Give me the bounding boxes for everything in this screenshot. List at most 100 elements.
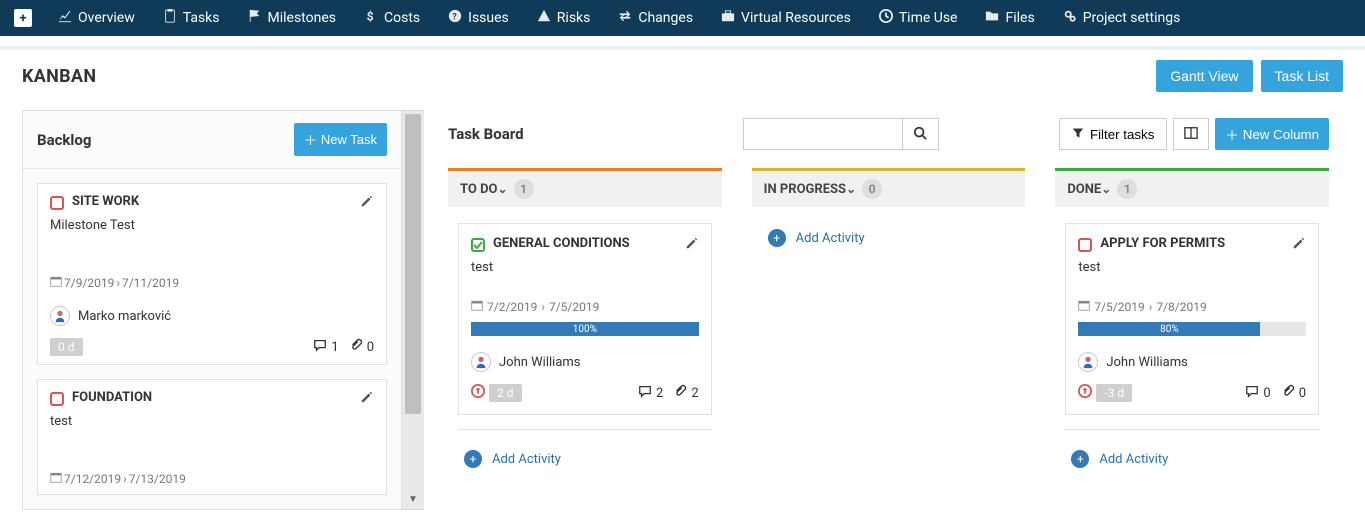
nav-overview[interactable]: Overview: [44, 9, 149, 27]
nav-files[interactable]: Files: [971, 9, 1048, 27]
nav-tasks[interactable]: Tasks: [149, 9, 234, 27]
search-input[interactable]: [743, 118, 903, 150]
date-start: 7/2/2019: [487, 300, 537, 314]
card-subtitle: test: [1078, 260, 1306, 275]
vertical-scrollbar[interactable]: ▲ ▼: [402, 110, 424, 510]
date-end: 7/8/2019: [1156, 300, 1206, 314]
chevron-down-icon[interactable]: ⌄: [1101, 182, 1111, 196]
comment-count: 2: [656, 386, 663, 401]
overdue-icon: [471, 384, 485, 402]
plus-circle-icon: +: [768, 229, 786, 247]
card-title: APPLY FOR PERMITS: [1100, 236, 1225, 251]
add-activity-row[interactable]: + Add Activity: [1065, 444, 1319, 474]
calendar-icon: [471, 299, 483, 314]
question-circle-icon: ?: [448, 9, 462, 27]
assignee-name: John Williams: [1106, 355, 1188, 370]
backlog-card[interactable]: SITE WORK Milestone Test 7/9/2019 › 7/11…: [37, 183, 387, 365]
add-activity-link[interactable]: Add Activity: [492, 452, 561, 467]
comment-icon: [313, 338, 327, 356]
plus-circle-icon: +: [464, 450, 482, 468]
checkbox-checked-icon: [471, 238, 485, 252]
page-header: KANBAN Gantt View Task List: [0, 50, 1365, 110]
filter-icon: [1072, 127, 1084, 142]
nav-time-use[interactable]: Time Use: [865, 9, 972, 27]
column-name: DONE: [1067, 182, 1101, 197]
edit-icon[interactable]: [360, 390, 374, 408]
days-badge: 0 d: [50, 338, 83, 356]
nav-label: Tasks: [183, 10, 220, 26]
days-badge: 2 d: [489, 384, 522, 402]
add-activity-link[interactable]: Add Activity: [796, 231, 865, 246]
task-card[interactable]: GENERAL CONDITIONS test 7/2/2019 ›: [458, 223, 712, 415]
nav-label: Changes: [638, 10, 693, 26]
filter-tasks-button[interactable]: Filter tasks: [1059, 118, 1167, 150]
checkbox-unchecked-icon: [50, 392, 64, 406]
gantt-view-button[interactable]: Gantt View: [1156, 60, 1252, 92]
chevron-right-icon: ›: [123, 472, 127, 486]
plus-icon: ＋: [1225, 125, 1238, 144]
nav-risks[interactable]: Risks: [523, 9, 605, 27]
attachment-count: 2: [691, 386, 698, 401]
new-task-button[interactable]: ＋ New Task: [294, 123, 387, 156]
edit-icon[interactable]: [685, 236, 699, 254]
kanban-column-done: DONE ⌄ 1 APPLY FOR PERMITS: [1055, 168, 1329, 484]
add-activity-link[interactable]: Add Activity: [1099, 452, 1168, 467]
folder-icon: [985, 9, 999, 27]
scroll-down-icon[interactable]: ▼: [402, 494, 424, 505]
search-button[interactable]: [903, 118, 939, 150]
columns-layout-button[interactable]: [1173, 118, 1209, 150]
flag-icon: [248, 9, 262, 27]
chevron-right-icon: ›: [541, 300, 545, 314]
kanban-columns: TO DO ⌄ 1 GENERAL CONDITIONS: [434, 162, 1343, 498]
nav-costs[interactable]: $ Costs: [350, 9, 434, 27]
date-end: 7/13/2019: [129, 472, 186, 486]
column-header[interactable]: TO DO ⌄ 1: [448, 168, 722, 207]
card-dates: 7/9/2019 › 7/11/2019: [50, 275, 374, 290]
nav-project-settings[interactable]: Project settings: [1049, 9, 1195, 27]
backlog-header: Backlog ＋ New Task: [23, 111, 401, 169]
backlog-body: SITE WORK Milestone Test 7/9/2019 › 7/11…: [23, 169, 401, 509]
scrollbar-thumb[interactable]: [405, 114, 421, 414]
nav-label: Costs: [384, 10, 420, 26]
task-list-button[interactable]: Task List: [1261, 60, 1343, 92]
attachment-icon: [673, 384, 687, 402]
task-card[interactable]: APPLY FOR PERMITS test 7/5/2019 ›: [1065, 223, 1319, 415]
board-toolbar: Task Board Filter tasks: [434, 110, 1343, 162]
chevron-right-icon: ›: [1149, 300, 1153, 314]
card-dates: 7/2/2019 › 7/5/2019: [471, 299, 699, 314]
card-footer: 0 d 1 0: [50, 338, 374, 356]
column-count: 0: [862, 179, 882, 199]
button-label: New Task: [321, 132, 377, 147]
edit-icon[interactable]: [360, 194, 374, 212]
nav-virtual-resources[interactable]: Virtual Resources: [707, 9, 865, 27]
add-activity-row[interactable]: + Add Activity: [762, 223, 1016, 253]
nav-milestones[interactable]: Milestones: [234, 9, 351, 27]
attachment-icon: [1281, 384, 1295, 402]
checkbox-unchecked-icon: [1078, 238, 1092, 252]
nav-changes[interactable]: Changes: [604, 9, 707, 27]
chevron-down-icon[interactable]: ⌄: [846, 182, 856, 196]
progress-fill: 100%: [471, 322, 699, 336]
add-activity-row[interactable]: + Add Activity: [458, 444, 712, 474]
date-start: 7/9/2019: [64, 276, 114, 290]
nav-issues[interactable]: ? Issues: [434, 9, 523, 27]
comment-count: 1: [331, 340, 338, 355]
avatar-icon: [50, 306, 70, 326]
progress-fill: 80%: [1078, 322, 1260, 336]
plus-circle-icon: +: [1071, 450, 1089, 468]
column-name: IN PROGRESS: [764, 182, 846, 197]
top-nav: + Overview Tasks Milestones $ Costs ? Is…: [0, 0, 1365, 36]
column-count: 1: [1117, 179, 1137, 199]
nav-label: Project settings: [1083, 10, 1181, 26]
column-header[interactable]: DONE ⌄ 1: [1055, 168, 1329, 207]
backlog-panel: Backlog ＋ New Task SITE WORK Milestone T…: [22, 110, 402, 510]
assignee-name: Marko marković: [78, 309, 171, 324]
edit-icon[interactable]: [1292, 236, 1306, 254]
backlog-card[interactable]: FOUNDATION test 7/12/2019 › 7/13/2019: [37, 379, 387, 495]
new-column-button[interactable]: ＋ New Column: [1215, 118, 1329, 150]
new-item-button[interactable]: +: [14, 9, 32, 27]
nav-label: Virtual Resources: [741, 10, 851, 26]
card-title: FOUNDATION: [72, 390, 152, 405]
chevron-down-icon[interactable]: ⌄: [497, 182, 507, 196]
column-header[interactable]: IN PROGRESS ⌄ 0: [752, 168, 1026, 207]
